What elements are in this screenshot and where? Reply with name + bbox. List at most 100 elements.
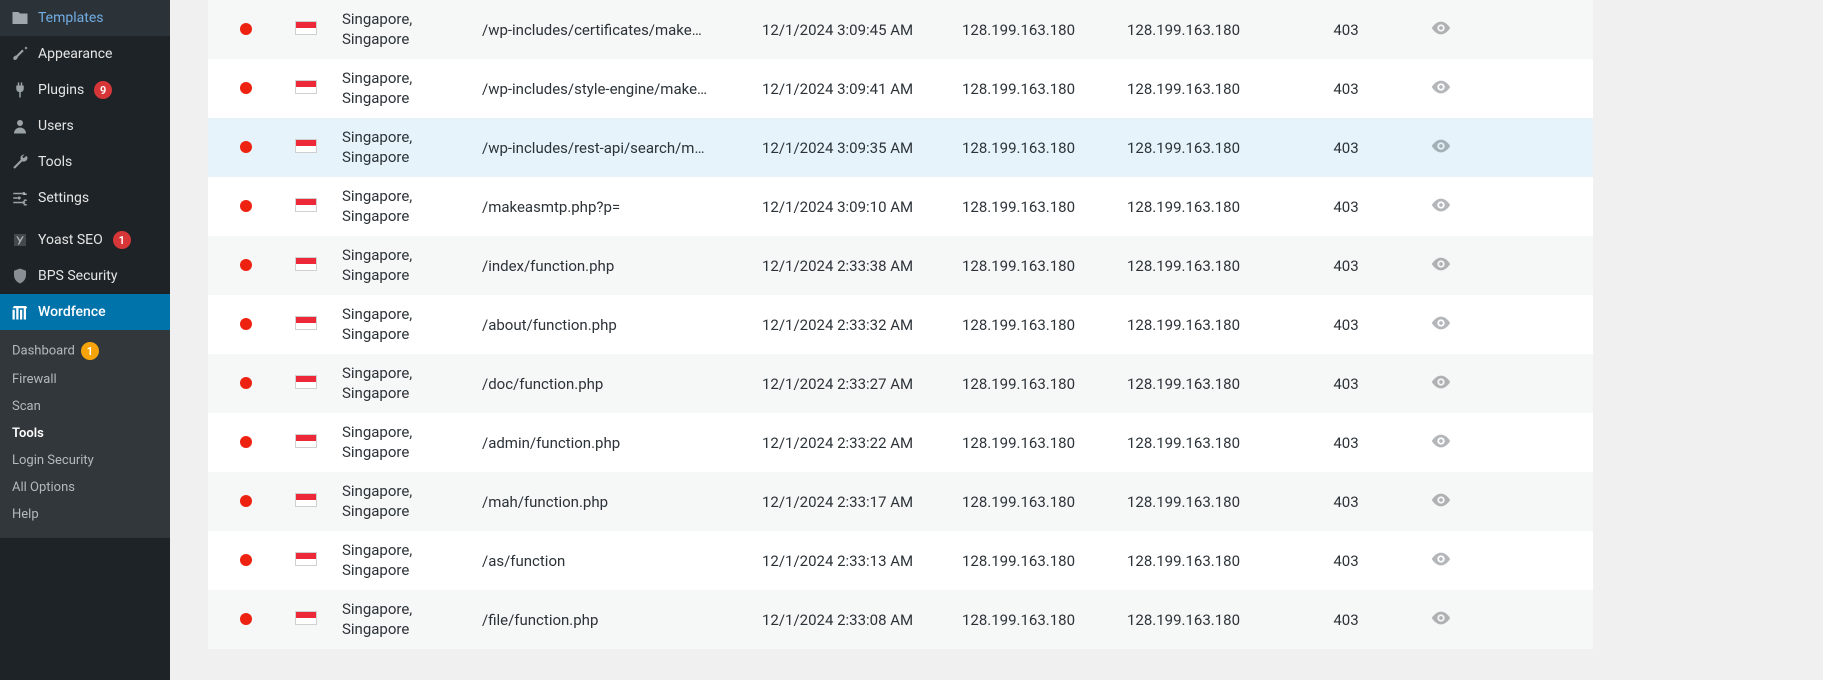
view-details-icon[interactable] [1430,556,1452,574]
view-details-icon[interactable] [1430,143,1452,161]
country-flag-icon [295,316,317,330]
country-flag-icon [295,80,317,94]
hostname-cell: 128.199.163.180 [1121,80,1286,98]
submenu-item-all-options[interactable]: All Options [0,474,170,501]
main-content: Singapore, Singapore/wp-includes/certifi… [170,0,1823,680]
ip-cell: 128.199.163.180 [956,375,1121,393]
traffic-row[interactable]: Singapore, Singapore/file/function.php12… [208,590,1593,649]
submenu-item-label: All Options [12,480,75,495]
submenu-item-tools[interactable]: Tools [0,420,170,447]
severity-dot-icon [240,141,252,153]
traffic-row[interactable]: Singapore, Singapore/makeasmtp.php?p=12/… [208,177,1593,236]
status-code-cell: 403 [1286,611,1406,629]
severity-dot-icon [240,200,252,212]
url-path-cell: /doc/function.php [476,375,756,393]
sidebar-item-label: Plugins [38,82,84,98]
sidebar-item-appearance[interactable]: Appearance [0,36,170,72]
location-cell: Singapore, Singapore [336,128,476,167]
country-flag-icon [295,257,317,271]
traffic-row[interactable]: Singapore, Singapore/as/function12/1/202… [208,531,1593,590]
status-code-cell: 403 [1286,198,1406,216]
traffic-row[interactable]: Singapore, Singapore/wp-includes/rest-ap… [208,118,1593,177]
time-cell: 12/1/2024 2:33:27 AM [756,375,956,393]
submenu-item-login-security[interactable]: Login Security [0,447,170,474]
live-traffic-table: Singapore, Singapore/wp-includes/certifi… [208,0,1593,649]
sidebar-item-label: Templates [38,10,104,26]
ip-cell: 128.199.163.180 [956,21,1121,39]
sidebar-item-tools[interactable]: Tools [0,144,170,180]
submenu-item-label: Scan [12,399,41,414]
traffic-row[interactable]: Singapore, Singapore/wp-includes/certifi… [208,0,1593,59]
sidebar-item-plugins[interactable]: Plugins 9 [0,72,170,108]
hostname-cell: 128.199.163.180 [1121,493,1286,511]
sidebar-item-wordfence[interactable]: Wordfence [0,294,170,330]
time-cell: 12/1/2024 2:33:13 AM [756,552,956,570]
severity-dot-icon [240,436,252,448]
ip-cell: 128.199.163.180 [956,139,1121,157]
status-code-cell: 403 [1286,316,1406,334]
time-cell: 12/1/2024 3:09:41 AM [756,80,956,98]
submenu-item-dashboard[interactable]: Dashboard1 [0,336,170,366]
view-details-icon[interactable] [1430,379,1452,397]
url-path-cell: /wp-includes/rest-api/search/m… [476,139,756,157]
ip-cell: 128.199.163.180 [956,493,1121,511]
hostname-cell: 128.199.163.180 [1121,257,1286,275]
plug-icon [10,80,30,100]
view-details-icon[interactable] [1430,261,1452,279]
traffic-row[interactable]: Singapore, Singapore/mah/function.php12/… [208,472,1593,531]
ip-cell: 128.199.163.180 [956,198,1121,216]
severity-dot-icon [240,259,252,271]
url-path-cell: /admin/function.php [476,434,756,452]
sidebar-item-templates[interactable]: Templates [0,0,170,36]
traffic-row[interactable]: Singapore, Singapore/wp-includes/style-e… [208,59,1593,118]
severity-dot-icon [240,613,252,625]
hostname-cell: 128.199.163.180 [1121,552,1286,570]
submenu-item-scan[interactable]: Scan [0,393,170,420]
time-cell: 12/1/2024 2:33:32 AM [756,316,956,334]
view-details-icon[interactable] [1430,202,1452,220]
hostname-cell: 128.199.163.180 [1121,139,1286,157]
sidebar-item-yoast-seo[interactable]: Yoast SEO1 [0,222,170,258]
ip-cell: 128.199.163.180 [956,434,1121,452]
time-cell: 12/1/2024 2:33:17 AM [756,493,956,511]
sidebar-item-settings[interactable]: Settings [0,180,170,216]
status-code-cell: 403 [1286,21,1406,39]
time-cell: 12/1/2024 2:33:38 AM [756,257,956,275]
url-path-cell: /wp-includes/style-engine/make… [476,80,756,98]
status-code-cell: 403 [1286,139,1406,157]
submenu-item-label: Firewall [12,372,57,387]
country-flag-icon [295,139,317,153]
status-code-cell: 403 [1286,375,1406,393]
sidebar-item-label: Tools [38,154,72,170]
status-code-cell: 403 [1286,257,1406,275]
traffic-row[interactable]: Singapore, Singapore/doc/function.php12/… [208,354,1593,413]
submenu-item-firewall[interactable]: Firewall [0,366,170,393]
view-details-icon[interactable] [1430,84,1452,102]
view-details-icon[interactable] [1430,497,1452,515]
traffic-row[interactable]: Singapore, Singapore/about/function.php1… [208,295,1593,354]
update-badge: 9 [94,81,112,99]
traffic-row[interactable]: Singapore, Singapore/index/function.php1… [208,236,1593,295]
location-cell: Singapore, Singapore [336,541,476,580]
hostname-cell: 128.199.163.180 [1121,316,1286,334]
submenu-item-help[interactable]: Help [0,501,170,528]
location-cell: Singapore, Singapore [336,187,476,226]
wordfence-icon [10,302,30,322]
view-details-icon[interactable] [1430,320,1452,338]
url-path-cell: /as/function [476,552,756,570]
url-path-cell: /about/function.php [476,316,756,334]
url-path-cell: /mah/function.php [476,493,756,511]
view-details-icon[interactable] [1430,438,1452,456]
sidebar-item-users[interactable]: Users [0,108,170,144]
sidebar-item-bps-security[interactable]: BPS Security [0,258,170,294]
submenu-item-label: Tools [12,426,44,441]
view-details-icon[interactable] [1430,615,1452,633]
status-code-cell: 403 [1286,493,1406,511]
url-path-cell: /makeasmtp.php?p= [476,198,756,216]
sidebar-item-label: Users [38,118,74,134]
country-flag-icon [295,493,317,507]
view-details-icon[interactable] [1430,25,1452,43]
country-flag-icon [295,552,317,566]
traffic-row[interactable]: Singapore, Singapore/admin/function.php1… [208,413,1593,472]
country-flag-icon [295,198,317,212]
